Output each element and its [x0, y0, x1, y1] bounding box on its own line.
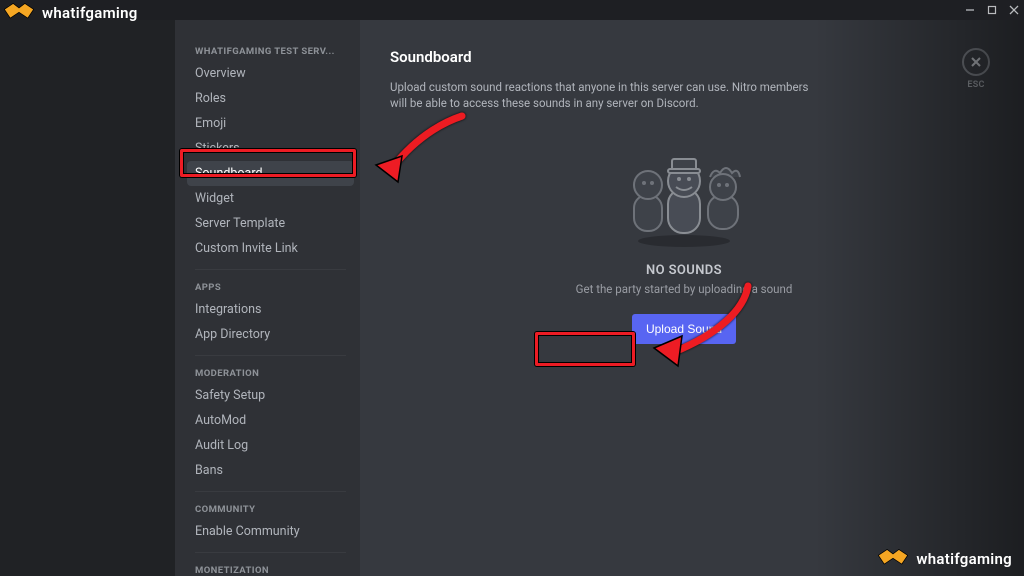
close-settings-button[interactable]: ESC — [962, 48, 990, 90]
sidebar-item-overview[interactable]: Overview — [187, 61, 354, 86]
soundboard-illustration — [614, 141, 754, 251]
titlebar-app-label: Dis — [8, 5, 22, 16]
window-maximize-button[interactable] — [986, 4, 998, 16]
window-close-button[interactable] — [1008, 4, 1020, 16]
sidebar-item-server-template[interactable]: Server Template — [187, 211, 354, 236]
sidebar-item-bans[interactable]: Bans — [187, 458, 354, 483]
sidebar-item-label: Safety Setup — [195, 388, 265, 403]
sidebar-cat-apps: APPS — [187, 278, 354, 297]
sidebar-item-app-directory[interactable]: App Directory — [187, 322, 354, 347]
esc-label: ESC — [967, 80, 984, 90]
sidebar-item-label: Overview — [195, 66, 246, 81]
sidebar-item-roles[interactable]: Roles — [187, 86, 354, 111]
sidebar-item-label: Soundboard — [195, 166, 263, 181]
sidebar-item-label: Enable Community — [195, 524, 300, 539]
sidebar-item-label: App Directory — [195, 327, 270, 342]
sidebar-item-label: Server Template — [195, 216, 285, 231]
sidebar-item-emoji[interactable]: Emoji — [187, 111, 354, 136]
settings-sidebar: WHATIFGAMING TEST SERV... Overview Roles… — [175, 20, 360, 576]
sidebar-item-integrations[interactable]: Integrations — [187, 297, 354, 322]
sidebar-item-label: Integrations — [195, 302, 261, 317]
upload-sound-button[interactable]: Upload Sound — [632, 314, 736, 344]
sidebar-item-label: Bans — [195, 463, 223, 478]
page-title: Soundboard — [390, 48, 978, 66]
settings-content: Soundboard Upload custom sound reactions… — [360, 20, 1024, 576]
empty-subtitle: Get the party started by uploading a sou… — [576, 282, 793, 296]
close-icon — [962, 48, 990, 76]
empty-state: NO SOUNDS Get the party started by uploa… — [390, 141, 978, 344]
sidebar-item-custom-invite-link[interactable]: Custom Invite Link — [187, 236, 354, 261]
sidebar-item-label: Emoji — [195, 116, 226, 131]
page-subtitle: Upload custom sound reactions that anyon… — [390, 80, 820, 111]
empty-title: NO SOUNDS — [646, 263, 722, 278]
sidebar-item-label: Widget — [195, 191, 234, 206]
sidebar-cat-monetization: MONETIZATION — [187, 561, 354, 576]
sidebar-item-audit-log[interactable]: Audit Log — [187, 433, 354, 458]
sidebar-item-widget[interactable]: Widget — [187, 186, 354, 211]
sidebar-item-enable-community[interactable]: Enable Community — [187, 519, 354, 544]
titlebar: Dis — [0, 0, 1024, 20]
sidebar-item-safety-setup[interactable]: Safety Setup — [187, 383, 354, 408]
sidebar-item-label: Stickers — [195, 141, 240, 156]
sidebar-item-stickers[interactable]: Stickers — [187, 136, 354, 161]
channel-rail — [0, 20, 175, 576]
window-minimize-button[interactable] — [964, 4, 976, 16]
sidebar-item-label: AutoMod — [195, 413, 246, 428]
sidebar-item-automod[interactable]: AutoMod — [187, 408, 354, 433]
sidebar-item-label: Custom Invite Link — [195, 241, 298, 256]
sidebar-item-label: Roles — [195, 91, 226, 106]
window-controls — [964, 4, 1020, 16]
sidebar-server-header: WHATIFGAMING TEST SERV... — [187, 42, 354, 61]
sidebar-cat-community: COMMUNITY — [187, 500, 354, 519]
sidebar-item-label: Audit Log — [195, 438, 248, 453]
sidebar-item-soundboard[interactable]: Soundboard — [187, 161, 354, 186]
sidebar-cat-moderation: MODERATION — [187, 364, 354, 383]
